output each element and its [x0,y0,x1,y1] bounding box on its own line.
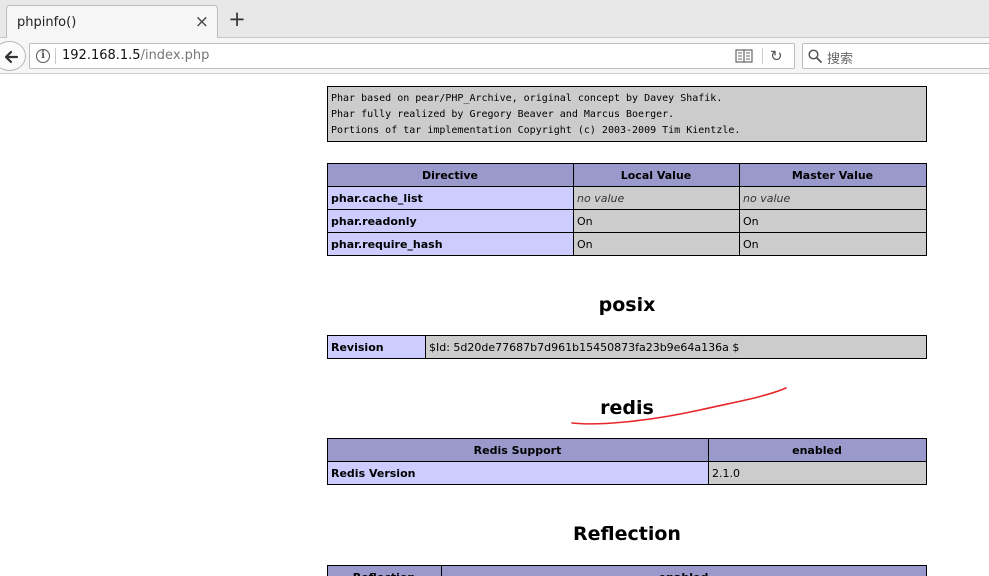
column-header: Local Value [573,163,740,187]
search-input[interactable]: 搜索 [827,48,853,67]
url-path: /index.php [140,48,210,63]
master-value: no value [743,191,791,205]
credits-line: Portions of tar implementation Copyright… [331,125,741,136]
revision-value: $Id: 5d20de77687b7d961b15450873fa23b9e64… [425,335,927,359]
url-bar[interactable]: i 192.168.1.5/index.php ↻ [29,43,795,69]
page-content: Phar based on pear/PHP_Archive, original… [0,75,989,576]
site-info-icon[interactable]: i [36,49,50,63]
url-divider-2 [762,48,763,64]
section-heading-posix: posix [598,294,656,316]
tab-bar: phpinfo() × + [0,0,989,39]
master-value: On [739,232,927,256]
navigation-bar: i 192.168.1.5/index.php ↻ 搜索 [0,38,989,74]
table-row: Redis Version 2.1.0 [327,461,927,485]
tab-phpinfo[interactable]: phpinfo() × [6,5,218,39]
column-header: enabled [708,438,927,462]
column-header: Master Value [739,163,927,187]
column-header: Directive [327,163,574,187]
local-value: no value [577,191,625,205]
directive-name: phar.cache_list [327,186,574,210]
reflection-table: Reflection enabled [327,565,927,576]
directive-name: phar.require_hash [327,232,574,256]
reload-icon[interactable]: ↻ [770,48,783,64]
section-heading-redis: redis [600,397,654,419]
url-divider [55,48,56,64]
redis-table: Redis Support enabled Redis Version 2.1.… [327,438,927,485]
credits-line: Phar based on pear/PHP_Archive, original… [331,93,723,104]
back-button[interactable] [0,41,26,71]
url-host: 192.168.1.5 [62,48,141,63]
table-header-row: Directive Local Value Master Value [327,163,927,187]
redis-version-value: 2.1.0 [708,461,927,485]
local-value: On [573,232,740,256]
section-heading-reflection: Reflection [573,523,681,545]
table-row: phar.require_hash On On [327,232,927,256]
back-arrow-icon [4,50,19,64]
phar-credits: Phar based on pear/PHP_Archive, original… [327,86,927,142]
column-header: Reflection [327,565,442,576]
red-annotation-stroke [571,387,787,425]
phar-directives-table: Directive Local Value Master Value phar.… [327,163,927,256]
url-text[interactable]: 192.168.1.5/index.php [62,48,209,63]
column-header: enabled [441,565,927,576]
redis-version-label: Redis Version [327,461,709,485]
master-value: On [739,209,927,233]
tab-close-icon[interactable]: × [195,12,209,32]
new-tab-plus-icon[interactable]: + [227,9,247,30]
column-header: Redis Support [327,438,709,462]
local-value: On [573,209,740,233]
search-icon [808,49,822,63]
posix-table: Revision $Id: 5d20de77687b7d961b15450873… [327,335,927,359]
table-header-row: Redis Support enabled [327,438,927,462]
search-bar[interactable]: 搜索 [802,43,989,69]
table-row: Revision $Id: 5d20de77687b7d961b15450873… [327,335,927,359]
table-row: phar.cache_list no value no value [327,186,927,210]
revision-label: Revision [327,335,426,359]
reader-view-icon[interactable] [735,49,753,63]
tab-title: phpinfo() [17,15,77,30]
credits-line: Phar fully realized by Gregory Beaver an… [331,109,675,120]
table-row: phar.readonly On On [327,209,927,233]
directive-name: phar.readonly [327,209,574,233]
table-header-row: Reflection enabled [327,565,927,576]
